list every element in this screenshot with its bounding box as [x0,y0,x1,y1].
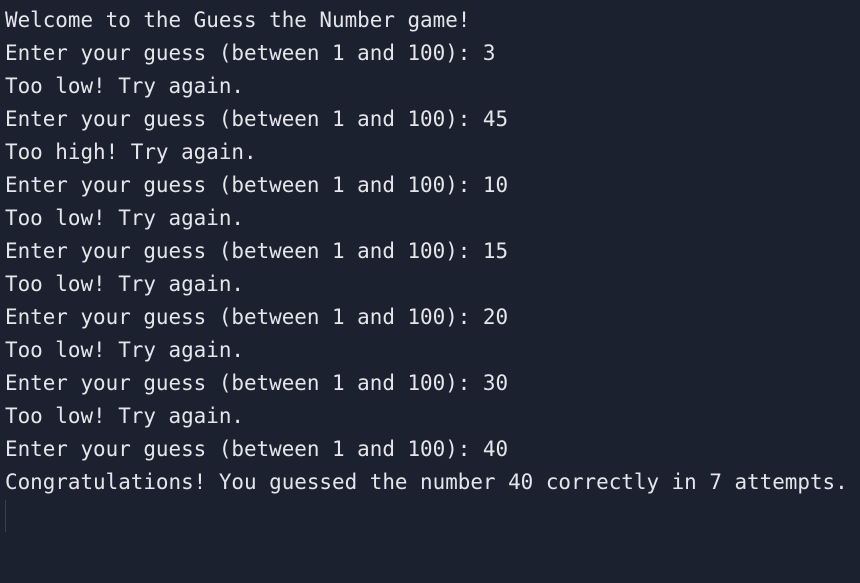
terminal-line: Too high! Try again. [5,140,257,164]
terminal-line: Enter your guess (between 1 and 100): 20 [5,305,509,329]
text-cursor [5,500,6,532]
terminal-line: Welcome to the Guess the Number game! [5,8,471,32]
terminal-line: Enter your guess (between 1 and 100): 15 [5,239,509,263]
terminal-line: Enter your guess (between 1 and 100): 45 [5,107,509,131]
terminal-line: Too low! Try again. [5,74,244,98]
terminal-line: Too low! Try again. [5,206,244,230]
terminal-line: Enter your guess (between 1 and 100): 30 [5,371,509,395]
terminal-output: Welcome to the Guess the Number game! Ent… [5,4,848,499]
terminal-line: Too low! Try again. [5,404,244,428]
terminal-line: Too low! Try again. [5,338,244,362]
terminal-line: Enter your guess (between 1 and 100): 40 [5,437,509,461]
terminal-line: Too low! Try again. [5,272,244,296]
terminal-line: Enter your guess (between 1 and 100): 10 [5,173,509,197]
terminal-line: Enter your guess (between 1 and 100): 3 [5,41,496,65]
terminal-line: Congratulations! You guessed the number … [5,470,848,494]
